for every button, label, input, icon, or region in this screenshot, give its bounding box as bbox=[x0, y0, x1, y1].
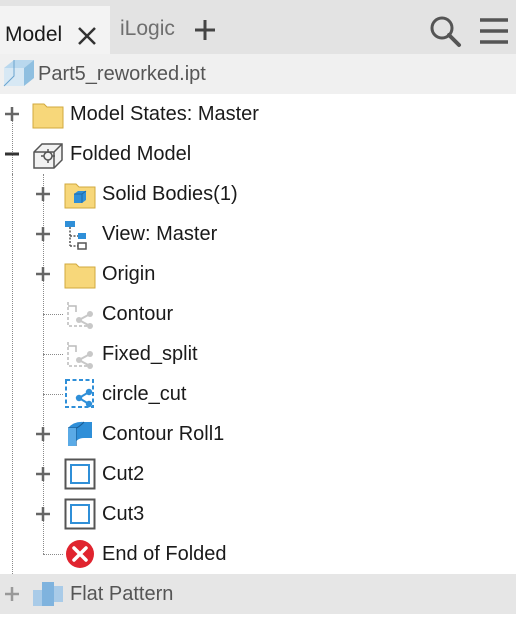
sketch-icon bbox=[64, 338, 96, 370]
contour-roll-icon bbox=[64, 418, 96, 450]
tree-item-flat-pattern[interactable]: Flat Pattern bbox=[0, 574, 516, 614]
flat-pattern-icon bbox=[32, 578, 64, 610]
tree-item-label: circle_cut bbox=[102, 383, 187, 405]
expand-plus-icon[interactable] bbox=[4, 106, 20, 122]
sketch-active-icon bbox=[64, 378, 96, 410]
tree-item-label: Contour bbox=[102, 303, 174, 325]
expand-plus-icon[interactable] bbox=[35, 186, 51, 202]
document-root-row[interactable]: Part5_reworked.ipt bbox=[0, 54, 516, 94]
cut-feature-icon bbox=[64, 498, 96, 530]
expand-plus-icon[interactable] bbox=[35, 226, 51, 242]
tree-item-label: Folded Model bbox=[70, 143, 192, 165]
expand-plus-icon[interactable] bbox=[4, 586, 20, 602]
expand-plus-icon[interactable] bbox=[35, 426, 51, 442]
tab-model[interactable]: Model bbox=[0, 6, 110, 54]
view-representation-icon bbox=[64, 218, 96, 250]
cut-feature-icon bbox=[64, 458, 96, 490]
tree-item-label: End of Folded bbox=[102, 543, 227, 565]
hamburger-menu-icon[interactable] bbox=[478, 16, 510, 46]
tree-item-solid-bodies[interactable]: Solid Bodies(1) bbox=[0, 174, 516, 214]
tree-item-label: Model States: Master bbox=[70, 103, 259, 125]
add-tab-icon[interactable] bbox=[193, 18, 217, 42]
tree-item-end-of-folded[interactable]: End of Folded bbox=[0, 534, 516, 574]
tree-item-contour[interactable]: Contour bbox=[0, 294, 516, 334]
expand-plus-icon[interactable] bbox=[35, 466, 51, 482]
tree-item-label: Origin bbox=[102, 263, 156, 285]
tree-item-circle-cut[interactable]: circle_cut bbox=[0, 374, 516, 414]
browser-tab-bar: Model iLogic bbox=[0, 0, 516, 54]
expand-plus-icon[interactable] bbox=[35, 506, 51, 522]
end-of-part-icon bbox=[64, 538, 96, 570]
folder-icon bbox=[64, 258, 96, 290]
tree-item-contour-roll[interactable]: Contour Roll1 bbox=[0, 414, 516, 454]
tree-item-label: View: Master bbox=[102, 223, 218, 245]
close-icon[interactable] bbox=[75, 24, 99, 48]
expand-plus-icon[interactable] bbox=[35, 266, 51, 282]
tree-item-label: Cut3 bbox=[102, 503, 145, 525]
tree-item-label: Cut2 bbox=[102, 463, 145, 485]
search-icon[interactable] bbox=[428, 14, 462, 48]
tree-item-label: Fixed_split bbox=[102, 343, 198, 365]
folder-icon bbox=[32, 98, 64, 130]
tab-model-label: Model bbox=[5, 23, 63, 46]
model-browser-tree: Model States: Master Folded Model Solid … bbox=[0, 94, 516, 619]
collapse-minus-icon[interactable] bbox=[4, 146, 20, 162]
tree-item-label: Contour Roll1 bbox=[102, 423, 225, 445]
tree-item-label: Solid Bodies(1) bbox=[102, 183, 238, 205]
solid-bodies-folder-icon bbox=[64, 178, 96, 210]
folded-model-icon bbox=[32, 138, 64, 170]
tree-item-fixed-split[interactable]: Fixed_split bbox=[0, 334, 516, 374]
document-name: Part5_reworked.ipt bbox=[38, 63, 206, 85]
tree-item-view[interactable]: View: Master bbox=[0, 214, 516, 254]
tree-item-cut2[interactable]: Cut2 bbox=[0, 454, 516, 494]
tree-item-model-states[interactable]: Model States: Master bbox=[0, 94, 516, 134]
tree-item-folded-model[interactable]: Folded Model bbox=[0, 134, 516, 174]
tree-item-cut3[interactable]: Cut3 bbox=[0, 494, 516, 534]
tab-ilogic[interactable]: iLogic bbox=[120, 17, 175, 41]
part-file-icon bbox=[2, 56, 36, 90]
sketch-icon bbox=[64, 298, 96, 330]
tree-item-origin[interactable]: Origin bbox=[0, 254, 516, 294]
tree-item-label: Flat Pattern bbox=[70, 583, 174, 605]
